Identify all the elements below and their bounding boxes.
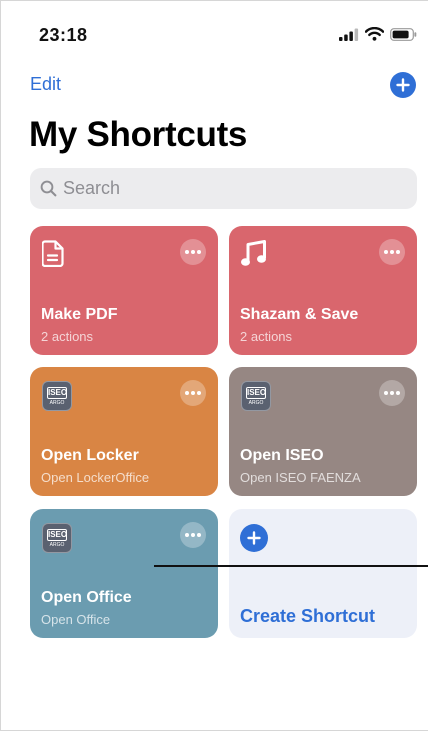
iseo-logo-brand: ISEO xyxy=(47,528,68,541)
shortcut-title: Open Locker xyxy=(41,447,139,464)
search-icon xyxy=(40,180,57,197)
status-icons xyxy=(339,25,417,43)
status-bar: 23:18 xyxy=(1,1,428,61)
iseo-logo-brand: ISEO xyxy=(47,386,68,399)
shortcut-subtitle: Open Office xyxy=(41,612,111,627)
iseo-logo: ISEO ARGO xyxy=(241,381,271,411)
shortcut-subtitle: Open ISEO FAENZA xyxy=(240,470,361,485)
shortcut-subtitle: Open LockerOffice xyxy=(41,470,150,485)
plus-icon xyxy=(240,524,268,552)
screen-frame: 23:18 Edit My Shortcuts Search Make PDF … xyxy=(0,0,428,731)
shortcut-title: Open Office xyxy=(41,589,132,606)
edit-button[interactable]: Edit xyxy=(30,74,61,95)
shortcut-tile-make-pdf[interactable]: Make PDF 2 actions xyxy=(30,226,218,355)
shortcut-tile-open-locker[interactable]: ISEO ARGO Open Locker Open LockerOffice xyxy=(30,367,218,496)
iseo-logo: ISEO ARGO xyxy=(42,381,72,411)
shortcut-tile-open-iseo[interactable]: ISEO ARGO Open ISEO Open ISEO FAENZA xyxy=(229,367,417,496)
more-options-button[interactable] xyxy=(180,380,206,406)
iseo-logo-sub: ARGO xyxy=(49,541,65,548)
more-options-button[interactable] xyxy=(180,522,206,548)
iseo-app-icon: ISEO ARGO xyxy=(42,381,72,411)
cellular-signal-icon xyxy=(339,28,359,41)
search-bar[interactable] xyxy=(30,168,417,209)
shortcut-title: Open ISEO xyxy=(240,447,324,464)
shortcut-tile-open-office[interactable]: ISEO ARGO Open Office Open Office xyxy=(30,509,218,638)
shortcut-tile-shazam-save[interactable]: Shazam & Save 2 actions xyxy=(229,226,417,355)
shortcut-title: Shazam & Save xyxy=(240,306,359,323)
create-shortcut-label: Create Shortcut xyxy=(240,606,376,626)
shortcut-subtitle: 2 actions xyxy=(41,329,94,344)
shortcut-title: Make PDF xyxy=(41,306,118,323)
add-shortcut-button[interactable] xyxy=(390,72,416,98)
shortcut-subtitle: 2 actions xyxy=(240,329,293,344)
iseo-app-icon: ISEO ARGO xyxy=(241,381,271,411)
music-note-icon xyxy=(241,240,267,273)
more-options-button[interactable] xyxy=(379,239,405,265)
battery-icon xyxy=(390,27,417,41)
more-options-button[interactable] xyxy=(180,239,206,265)
annotation-pointer-line xyxy=(154,565,428,567)
search-input[interactable] xyxy=(63,178,363,199)
status-time: 23:18 xyxy=(39,25,88,45)
iseo-logo-brand: ISEO xyxy=(246,386,267,399)
page-title: My Shortcuts xyxy=(29,115,248,154)
more-options-button[interactable] xyxy=(379,380,405,406)
iseo-app-icon: ISEO ARGO xyxy=(42,523,72,553)
iseo-logo-sub: ARGO xyxy=(49,399,65,406)
iseo-logo: ISEO ARGO xyxy=(42,523,72,553)
wifi-icon xyxy=(365,27,384,41)
create-shortcut-tile[interactable]: Create Shortcut xyxy=(229,509,417,638)
document-icon xyxy=(41,240,64,272)
iseo-logo-sub: ARGO xyxy=(248,399,264,406)
plus-icon xyxy=(396,78,410,92)
